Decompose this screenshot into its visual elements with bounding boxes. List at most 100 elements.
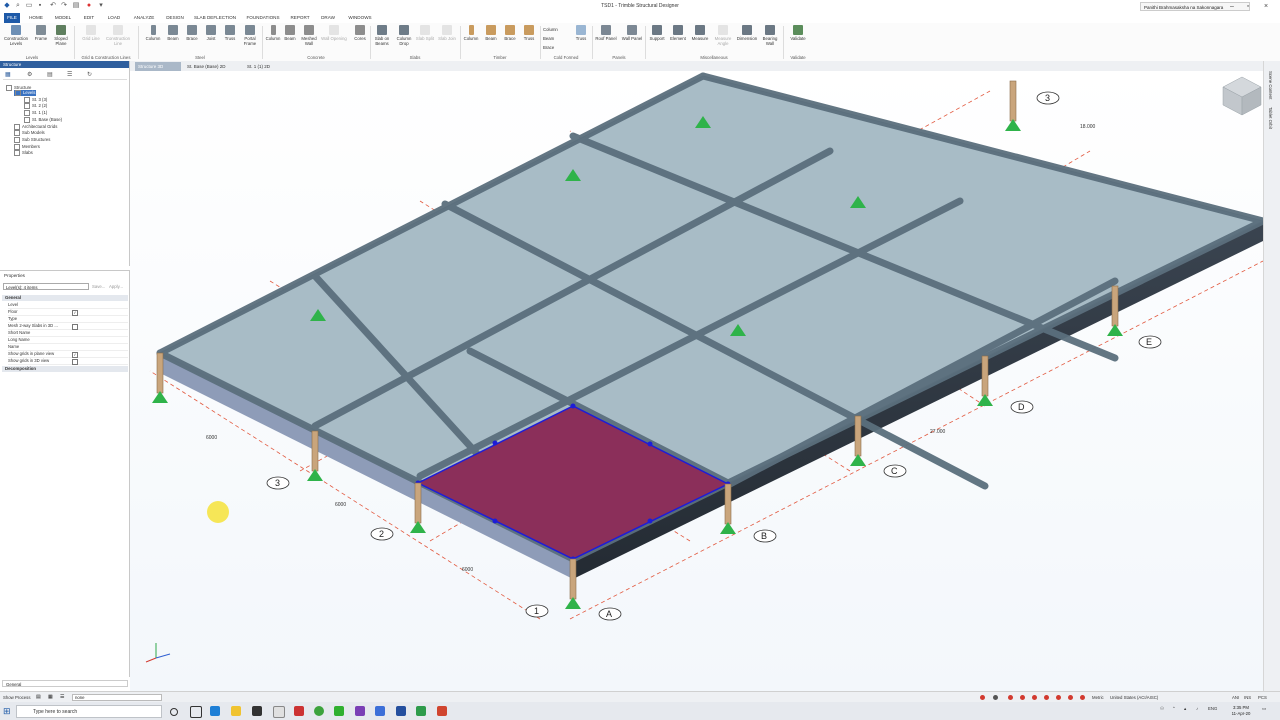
construction-levels-button[interactable]: Construction Levels: [2, 25, 30, 53]
selection-handle[interactable]: [647, 441, 653, 447]
bearing-wall-button[interactable]: Bearing Wall: [760, 25, 780, 53]
save-icon[interactable]: ▪: [36, 2, 44, 10]
edge-icon[interactable]: [210, 706, 220, 716]
search-icon[interactable]: ⌕: [14, 2, 22, 10]
slab-on-beams-button[interactable]: Slab on Beams: [372, 25, 392, 53]
filter-icon[interactable]: ▦: [5, 71, 11, 78]
construction-line-button[interactable]: Construction Line: [104, 25, 132, 53]
frame-button[interactable]: Frame: [32, 25, 50, 53]
settings-icon[interactable]: ⚙: [27, 71, 32, 78]
column-drop-button[interactable]: Column Drop: [394, 25, 414, 53]
menu-analyze[interactable]: ANALYZE: [130, 13, 158, 23]
minimize-icon[interactable]: –: [1226, 1, 1238, 12]
wall-panel-button[interactable]: Wall Panel: [620, 25, 644, 53]
expand-icon[interactable]: ▤: [47, 71, 53, 78]
joist-button[interactable]: Joist: [202, 25, 220, 53]
show-process-label[interactable]: Show Process: [3, 694, 30, 701]
support-button[interactable]: Support: [647, 25, 667, 53]
cold-formed-beam-button[interactable]: Beam: [543, 34, 567, 43]
cold-formed-column-button[interactable]: Column: [543, 25, 567, 34]
steel-column-button[interactable]: Column: [144, 25, 162, 53]
selection-handle[interactable]: [647, 518, 653, 524]
menu-windows[interactable]: WINDOWS: [344, 13, 376, 23]
grid-line-button[interactable]: Grid Line: [80, 25, 102, 53]
meshed-wall-button[interactable]: Meshed Wall: [299, 25, 319, 53]
app-icon[interactable]: [273, 706, 285, 718]
record-icon[interactable]: [980, 695, 985, 700]
tab-level1-2d[interactable]: St. 1 (1) 2D: [244, 62, 290, 71]
tree-slabs[interactable]: Slabs: [14, 150, 33, 156]
list-icon[interactable]: ☰: [67, 71, 72, 78]
layer-icon[interactable]: ▤: [36, 694, 41, 700]
tree-level-2[interactable]: St. 2 (2): [24, 103, 47, 109]
snap-icon[interactable]: [1080, 695, 1085, 700]
sloped-plane-button[interactable]: Sloped Plane: [52, 25, 70, 53]
save-button[interactable]: Save...: [92, 284, 105, 289]
slab-join-button[interactable]: Slab Join: [437, 25, 457, 53]
language-icon[interactable]: ENG: [1208, 706, 1217, 711]
steel-truss-button[interactable]: Truss: [221, 25, 239, 53]
menu-report[interactable]: REPORT: [288, 13, 312, 23]
menu-load[interactable]: LOAD: [104, 13, 124, 23]
decomposition-group[interactable]: Decomposition: [2, 366, 128, 372]
redo-icon[interactable]: ↷: [60, 2, 68, 10]
grids-3d-checkbox[interactable]: [72, 359, 78, 365]
notifications-icon[interactable]: ▭: [1262, 706, 1266, 712]
slab-split-button[interactable]: Slab Split: [415, 25, 435, 53]
people-icon[interactable]: ⚇: [1160, 706, 1164, 712]
measure-angle-button[interactable]: Measure Angle: [712, 25, 734, 53]
wall-opening-button[interactable]: Wall Opening: [320, 25, 348, 53]
file-explorer-icon[interactable]: [231, 706, 241, 716]
dimension-button[interactable]: Dimension: [735, 25, 759, 53]
design-code-label[interactable]: United States (ACI/AISC): [1110, 694, 1158, 701]
tab-tablet-orbit[interactable]: Tablet Orbit: [1268, 107, 1273, 129]
steel-brace-button[interactable]: Brace: [183, 25, 201, 53]
menu-draw[interactable]: DRAW: [318, 13, 338, 23]
steel-beam-button[interactable]: Beam: [164, 25, 182, 53]
timber-column-button[interactable]: Column: [462, 25, 480, 53]
timber-brace-button[interactable]: Brace: [501, 25, 519, 53]
view-cube[interactable]: [1222, 76, 1262, 116]
tab-base-2d[interactable]: St. Base (Base) 2D: [184, 62, 240, 71]
snap-icon[interactable]: [1032, 695, 1037, 700]
close-icon[interactable]: ×: [1260, 1, 1272, 12]
tab-scene-content[interactable]: Scene Content: [1268, 71, 1273, 99]
snap-icon[interactable]: [1056, 695, 1061, 700]
up-arrow-icon[interactable]: ⌃: [1172, 706, 1176, 712]
taskbar-search[interactable]: Type here to search: [16, 705, 162, 718]
validate-button[interactable]: Validate: [787, 25, 809, 53]
roof-panel-button[interactable]: Roof Panel: [594, 25, 618, 53]
powerpoint-icon[interactable]: [437, 706, 447, 716]
concrete-beam-button[interactable]: Beam: [282, 25, 298, 53]
app-icon[interactable]: [294, 706, 304, 716]
windows-start-icon[interactable]: ⊞: [3, 706, 13, 716]
cold-formed-brace-button[interactable]: Brace: [543, 43, 567, 52]
excel-icon[interactable]: [416, 706, 426, 716]
snap-icon[interactable]: [1020, 695, 1025, 700]
selection-handle[interactable]: [492, 518, 498, 524]
selection-handle[interactable]: [492, 440, 498, 446]
help-icon[interactable]: [993, 695, 998, 700]
concrete-column-button[interactable]: Column: [264, 25, 282, 53]
chrome-icon[interactable]: [314, 706, 324, 716]
list-icon[interactable]: ☰: [60, 694, 64, 700]
print-icon[interactable]: ▤: [72, 2, 80, 10]
element-button[interactable]: Element: [668, 25, 688, 53]
menu-slab-deflection[interactable]: SLAB DEFLECTION: [192, 13, 238, 23]
network-icon[interactable]: ▴: [1184, 706, 1186, 712]
clock[interactable]: 3:35 PM 11-Apr-20: [1226, 705, 1256, 717]
snap-icon[interactable]: [1044, 695, 1049, 700]
volume-icon[interactable]: ♪: [1196, 706, 1198, 711]
snap-icon[interactable]: [1008, 695, 1013, 700]
tree-sub-structures[interactable]: Sub Structures: [14, 137, 50, 143]
app-icon[interactable]: [355, 706, 365, 716]
tsd-icon[interactable]: [375, 706, 385, 716]
open-icon[interactable]: ▭: [25, 2, 33, 10]
tree-level-base[interactable]: St. Base (Base): [24, 117, 62, 123]
3d-viewport[interactable]: 1 2 3 A B C D E 3 6000 6000 6000 27.000 …: [130, 71, 1263, 691]
ins-label[interactable]: INS: [1244, 694, 1251, 701]
timber-truss-button[interactable]: Truss: [520, 25, 538, 53]
selection-handle[interactable]: [570, 403, 576, 409]
dropdown-icon[interactable]: ▾: [97, 2, 105, 10]
snap-icon[interactable]: [1068, 695, 1073, 700]
